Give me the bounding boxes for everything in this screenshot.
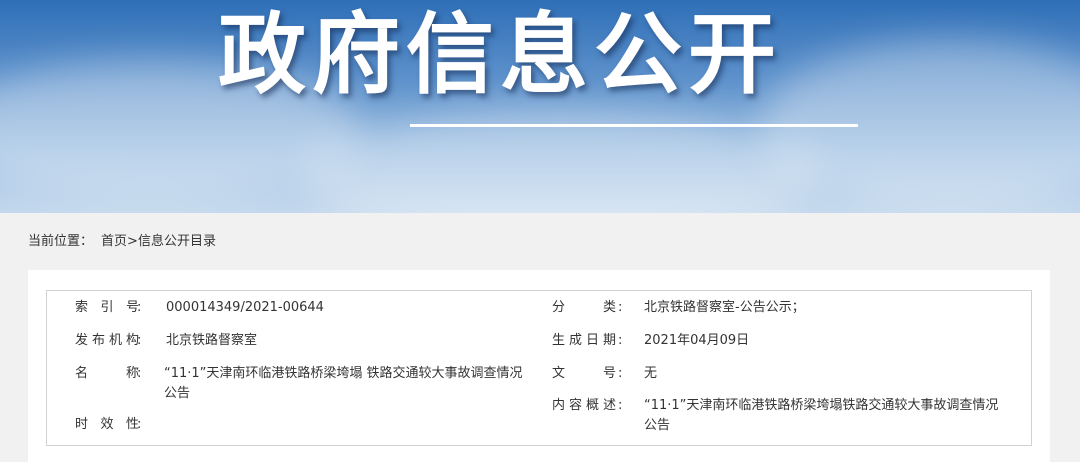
category-label: 分类 <box>552 300 616 315</box>
breadcrumb-current-link[interactable]: 信息公开目录 <box>138 234 216 249</box>
index-no-value: 000014349/2021-00644 <box>166 300 324 315</box>
colon: : <box>618 300 623 315</box>
breadcrumb-prefix: 当前位置： <box>28 234 94 249</box>
summary-value: “11·1”天津南环临港铁路桥梁垮塌铁路交通较大事故调查情况公告 <box>644 398 999 433</box>
breadcrumb-separator: > <box>127 234 138 249</box>
index-no-label: 索引号 <box>75 300 139 315</box>
name-label: 名称 <box>75 366 139 381</box>
colon: : <box>137 333 142 348</box>
date-label: 生成日期 <box>552 333 616 348</box>
colon: : <box>137 300 142 315</box>
publisher-label: 发布机构 <box>75 333 139 348</box>
banner: 政府信息公开 <box>0 0 1080 213</box>
date-value: 2021年04月09日 <box>644 333 750 348</box>
category-value: 北京铁路督察室-公告公示； <box>644 300 805 315</box>
doc-no-label: 文号 <box>552 366 616 381</box>
document-info-table: 索引号 : 000014349/2021-00644 分类 : 北京铁路督察室-… <box>46 290 1032 446</box>
doc-no-value: 无 <box>644 366 658 381</box>
colon: : <box>137 417 142 432</box>
colon: : <box>618 398 623 413</box>
content-panel: 索引号 : 000014349/2021-00644 分类 : 北京铁路督察室-… <box>28 270 1050 462</box>
validity-label: 时效性 <box>75 417 139 432</box>
breadcrumb: 当前位置： 首页>信息公开目录 <box>28 232 216 252</box>
breadcrumb-home-link[interactable]: 首页 <box>101 234 127 249</box>
name-value: “11·1”天津南环临港铁路桥梁垮塌 铁路交通较大事故调查情况公告 <box>164 366 523 401</box>
colon: : <box>137 366 142 381</box>
publisher-value: 北京铁路督察室 <box>166 333 258 348</box>
colon: : <box>618 366 623 381</box>
banner-underline <box>410 124 858 127</box>
colon: : <box>618 333 623 348</box>
banner-title: 政府信息公开 <box>218 3 783 106</box>
summary-label: 内容概述 <box>552 398 616 413</box>
